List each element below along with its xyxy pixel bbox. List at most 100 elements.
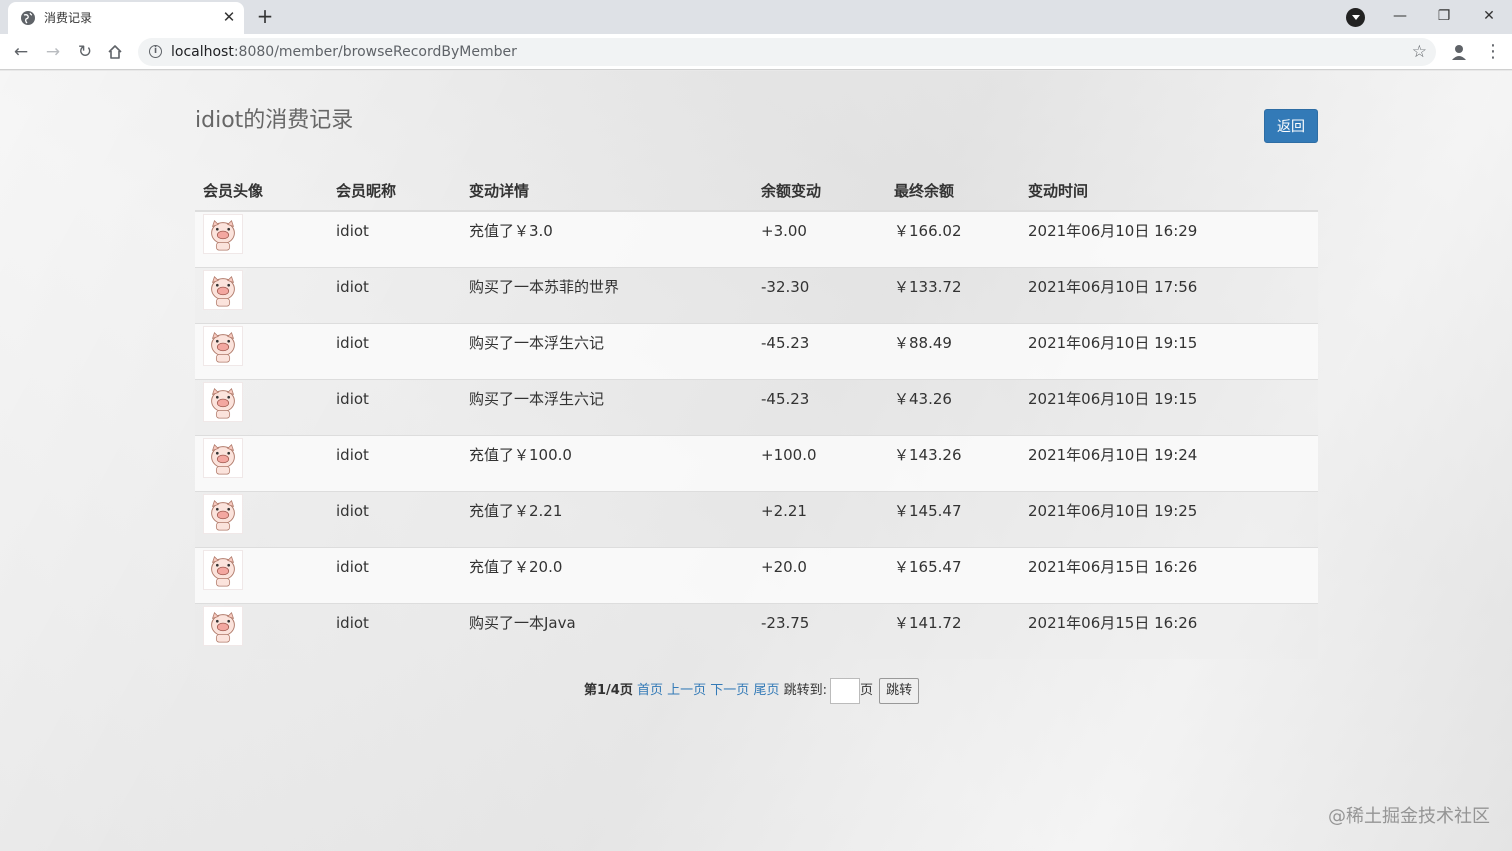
arrow-left-icon[interactable]: ← [9,40,33,64]
info-icon[interactable]: i [149,45,162,58]
avatar-cell [195,210,328,267]
change-cell: +20.0 [753,546,886,603]
detail-cell: 购买了一本苏菲的世界 [461,266,753,323]
balance-cell: ￥43.26 [886,378,1020,435]
nickname-cell: idiot [328,210,461,267]
page-indicator: 第1/4页 [584,683,633,698]
time-cell: 2021年06月10日 19:25 [1020,490,1318,547]
table-row: idiot 购买了一本Java -23.75 ￥141.72 2021年06月15日 1… [195,602,1318,659]
nickname-cell: idiot [328,434,461,491]
prev-page-link[interactable]: 上一页 [667,683,706,698]
time-cell: 2021年06月10日 19:24 [1020,434,1318,491]
kebab-menu-icon[interactable]: ⋮ [1484,40,1502,64]
avatar-cell [195,434,328,491]
table-row: idiot 充值了￥3.0 +3.00 ￥166.02 2021年06月10日 16:2… [195,210,1318,267]
reload-icon[interactable]: ↻ [73,40,97,64]
address-bar[interactable]: i localhost:8080/member/browseRecordByMe… [138,38,1436,66]
consumption-record-table: 会员头像 会员昵称 变动详情 余额变动 最终余额 变动时间 idiot 充值了￥3… [195,171,1318,659]
back-button[interactable]: 返回 [1264,109,1318,143]
column-header-time: 变动时间 [1020,171,1318,212]
change-cell: -45.23 [753,322,886,379]
time-cell: 2021年06月10日 16:29 [1020,210,1318,267]
avatar [203,269,328,310]
detail-cell: 充值了￥100.0 [461,434,753,491]
avatar [203,437,328,478]
arrow-right-icon[interactable]: → [41,40,65,64]
nickname-cell: idiot [328,378,461,435]
jump-to-label: 跳转到: [783,683,827,698]
url-text[interactable]: localhost:8080/member/browseRecordByMemb… [171,44,517,60]
time-cell: 2021年06月15日 16:26 [1020,546,1318,603]
detail-cell: 充值了￥3.0 [461,210,753,267]
balance-cell: ￥133.72 [886,266,1020,323]
avatar-cell [195,322,328,379]
detail-cell: 购买了一本浮生六记 [461,378,753,435]
column-header-change: 余额变动 [753,171,886,212]
jump-button[interactable]: 跳转 [879,678,920,704]
page-unit-label: 页 [860,683,874,698]
column-header-nickname: 会员昵称 [328,171,461,212]
nickname-cell: idiot [328,266,461,323]
avatar [203,214,328,254]
avatar-cell [195,602,328,659]
page-number-input[interactable] [830,678,860,704]
minimize-icon[interactable]: — [1387,4,1413,28]
avatar-cell [195,546,328,603]
avatar [203,325,328,366]
nickname-cell: idiot [328,546,461,603]
time-cell: 2021年06月10日 19:15 [1020,378,1318,435]
avatar-cell [195,266,328,323]
balance-cell: ￥88.49 [886,322,1020,379]
change-cell: +100.0 [753,434,886,491]
table-row: idiot 购买了一本浮生六记 -45.23 ￥88.49 2021年06月10日 19… [195,322,1318,379]
avatar [203,549,328,590]
plus-icon[interactable]: + [254,6,276,28]
window-close-icon[interactable]: ✕ [1476,4,1502,28]
time-cell: 2021年06月10日 17:56 [1020,266,1318,323]
avatar-cell [195,378,328,435]
balance-cell: ￥145.47 [886,490,1020,547]
detail-cell: 充值了￥2.21 [461,490,753,547]
balance-cell: ￥143.26 [886,434,1020,491]
first-page-link[interactable]: 首页 [637,683,663,698]
avatar [203,381,328,422]
change-cell: +3.00 [753,210,886,267]
pagination: 第1/4页 首页 上一页 下一页 尾页 跳转到: 页 跳转 [584,678,920,704]
time-cell: 2021年06月10日 19:15 [1020,322,1318,379]
change-cell: +2.21 [753,490,886,547]
avatar [203,605,328,646]
nickname-cell: idiot [328,490,461,547]
balance-cell: ￥166.02 [886,210,1020,267]
next-page-link[interactable]: 下一页 [710,683,749,698]
change-cell: -32.30 [753,266,886,323]
last-page-link[interactable]: 尾页 [753,683,779,698]
table-row: idiot 充值了￥20.0 +20.0 ￥165.47 2021年06月15日 16:… [195,546,1318,603]
page-title: idiot的消费记录 [195,108,354,133]
person-icon[interactable] [1449,41,1469,63]
globe-icon [21,11,35,25]
url-host: localhost [171,44,234,60]
change-cell: -23.75 [753,602,886,659]
table-row: idiot 购买了一本苏菲的世界 -32.30 ￥133.72 2021年06月10日 … [195,266,1318,323]
star-icon[interactable]: ☆ [1412,42,1427,62]
column-header-avatar: 会员头像 [195,171,328,212]
column-header-detail: 变动详情 [461,171,753,212]
detail-cell: 购买了一本Java [461,602,753,659]
nickname-cell: idiot [328,602,461,659]
table-row: idiot 购买了一本浮生六记 -45.23 ￥43.26 2021年06月10日 19… [195,378,1318,435]
nickname-cell: idiot [328,322,461,379]
restore-icon[interactable]: ❐ [1431,4,1457,28]
table-header-row: 会员头像 会员昵称 变动详情 余额变动 最终余额 变动时间 [195,171,1318,212]
home-icon[interactable] [106,43,124,61]
chevron-down-circle-icon[interactable] [1346,8,1365,27]
time-cell: 2021年06月15日 16:26 [1020,602,1318,659]
browser-toolbar: ← → ↻ i localhost:8080/member/browseReco… [0,34,1512,70]
detail-cell: 购买了一本浮生六记 [461,322,753,379]
tab-title: 消费记录 [44,11,93,25]
balance-cell: ￥141.72 [886,602,1020,659]
browser-tab[interactable]: 消费记录 ✕ [8,2,244,34]
close-icon[interactable]: ✕ [220,8,238,26]
avatar [203,493,328,534]
column-header-balance: 最终余额 [886,171,1020,212]
balance-cell: ￥165.47 [886,546,1020,603]
